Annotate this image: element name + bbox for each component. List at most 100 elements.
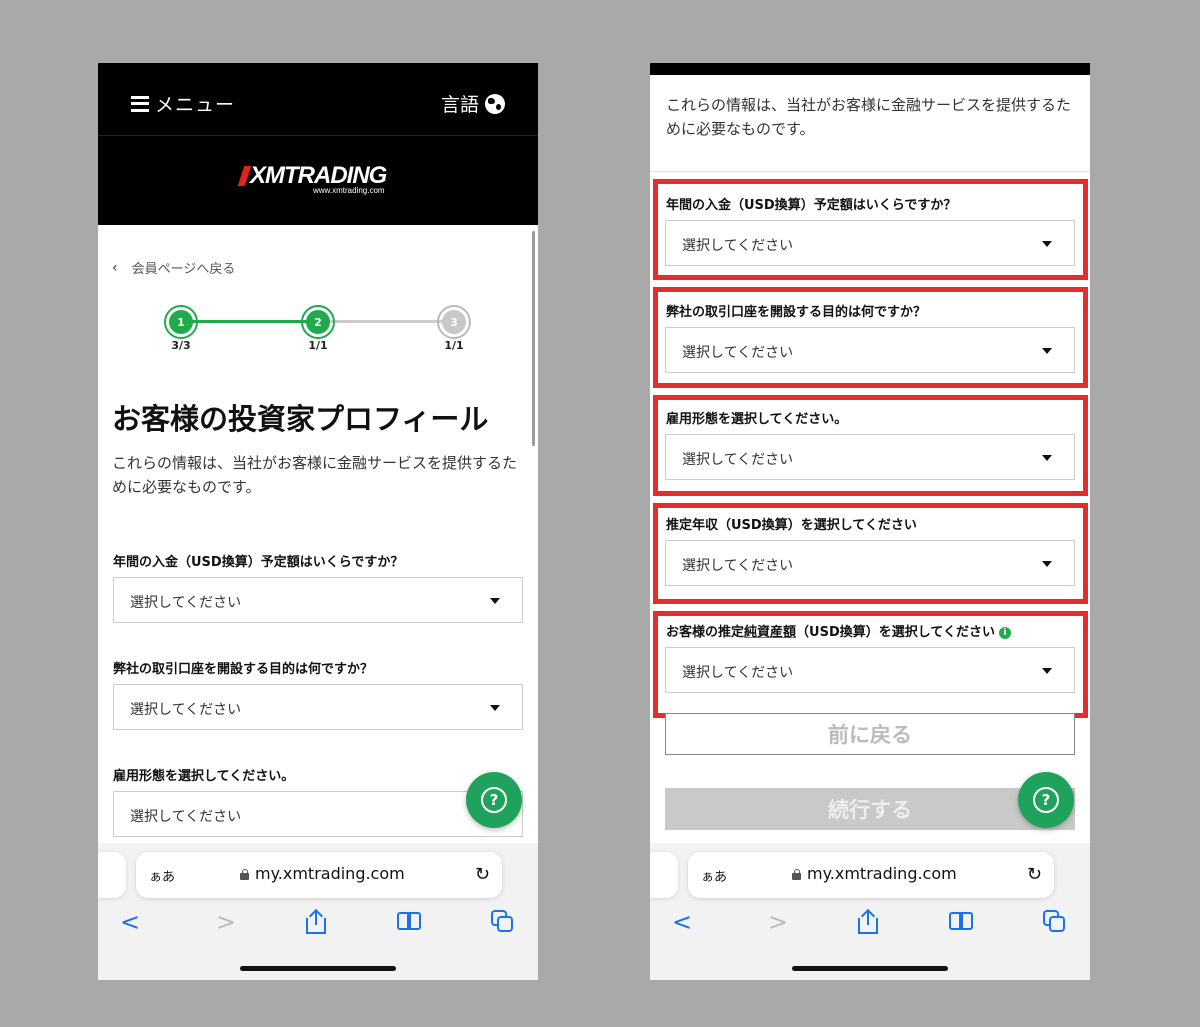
annual-income-select[interactable]: 選択してください — [665, 540, 1075, 586]
phone-screen-left: メニュー 言語 XMTRADING www.xmtrading.com ‹ 会員… — [98, 63, 538, 980]
stepper-line-complete — [182, 320, 319, 323]
globe-icon — [485, 93, 505, 114]
question-bubble-icon: ? — [481, 787, 507, 813]
home-indicator[interactable] — [792, 966, 948, 971]
account-purpose-select[interactable]: 選択してください — [113, 684, 523, 730]
step-3: 3 — [437, 305, 471, 339]
question-annual-income: 推定年収（USD換算）を選択してください — [666, 518, 917, 533]
question-employment-status: 雇用形態を選択してください。 — [113, 769, 295, 784]
page-title: お客様の投資家プロフィール — [112, 402, 489, 436]
forward-chevron-icon[interactable]: > — [768, 908, 788, 936]
home-indicator[interactable] — [240, 966, 396, 971]
scrollbar[interactable] — [532, 231, 535, 446]
select-placeholder: 選択してください — [130, 702, 242, 718]
question-annual-deposit: 年間の入金（USD換算）予定額はいくらですか？ — [113, 555, 404, 570]
step-3-progress: 1/1 — [444, 339, 464, 352]
annual-deposit-select[interactable]: 選択してください — [113, 577, 523, 623]
question-net-worth-prefix: お客様の推定 — [666, 625, 745, 640]
address-bar[interactable]: ぁあ my.xmtrading.com ↻ — [688, 852, 1054, 898]
tabs-icon[interactable] — [491, 910, 515, 934]
stepper-line-pending — [319, 320, 455, 323]
select-placeholder: 選択してください — [682, 238, 794, 254]
bookmarks-icon[interactable] — [397, 912, 423, 932]
bookmarks-icon[interactable] — [949, 912, 975, 932]
question-account-purpose: 弊社の取引口座を開設する目的は何ですか？ — [666, 305, 927, 320]
browser-nav-row: < > — [98, 908, 538, 938]
question-annual-deposit: 年間の入金（USD換算）予定額はいくらですか？ — [666, 198, 957, 213]
info-icon[interactable]: i — [998, 626, 1011, 639]
reload-icon[interactable]: ↻ — [1027, 864, 1042, 885]
question-net-worth-suffix: （USD換算）を選択してください — [796, 625, 995, 640]
caret-down-icon — [1042, 668, 1052, 674]
question-bubble-icon: ? — [1033, 787, 1059, 813]
forward-chevron-icon[interactable]: > — [216, 908, 236, 936]
help-chat-button[interactable]: ? — [466, 772, 522, 828]
select-placeholder: 選択してください — [682, 345, 794, 361]
select-placeholder: 選択してください — [130, 809, 242, 825]
lock-icon — [240, 869, 249, 880]
step-1-progress: 3/3 — [171, 339, 191, 352]
intro-text: これらの情報は、当社がお客様に金融サービスを提供するために必要なものです。 — [666, 96, 1072, 138]
step-2: 2 — [301, 305, 335, 339]
text-size-button[interactable]: ぁあ — [149, 866, 175, 885]
logo-bar: XMTRADING www.xmtrading.com — [98, 136, 538, 225]
annual-deposit-select[interactable]: 選択してください — [665, 220, 1075, 266]
back-button[interactable]: 前に戻る — [665, 713, 1075, 755]
employment-status-select[interactable]: 選択してください — [113, 791, 523, 837]
question-account-purpose: 弊社の取引口座を開設する目的は何ですか？ — [113, 662, 374, 677]
reload-icon[interactable]: ↻ — [475, 864, 490, 885]
help-chat-button[interactable]: ? — [1018, 772, 1074, 828]
logo-url: www.xmtrading.com — [313, 186, 385, 195]
question-employment-status: 雇用形態を選択してください。 — [666, 412, 848, 427]
intro-text: これらの情報は、当社がお客様に金融サービスを提供するために必要なものです。 — [112, 454, 518, 496]
net-worth-tooltip-link[interactable]: 純資産額 — [744, 625, 796, 640]
caret-down-icon — [1042, 455, 1052, 461]
caret-down-icon — [490, 705, 500, 711]
caret-down-icon — [1042, 561, 1052, 567]
select-placeholder: 選択してください — [682, 452, 794, 468]
share-icon[interactable] — [305, 908, 327, 934]
url-text[interactable]: my.xmtrading.com — [255, 864, 405, 883]
select-placeholder: 選択してください — [130, 595, 242, 611]
top-bar-edge — [650, 63, 1090, 75]
previous-tab-peek[interactable] — [98, 852, 126, 898]
lock-icon — [792, 869, 801, 880]
text-size-button[interactable]: ぁあ — [701, 866, 727, 885]
caret-down-icon — [1042, 241, 1052, 247]
tabs-icon[interactable] — [1043, 910, 1067, 934]
back-chevron-icon[interactable]: < — [672, 908, 692, 936]
url-text[interactable]: my.xmtrading.com — [807, 864, 957, 883]
caret-down-icon — [490, 598, 500, 604]
account-purpose-select[interactable]: 選択してください — [665, 327, 1075, 373]
question-net-worth: お客様の推定純資産額（USD換算）を選択してください i — [666, 621, 1011, 640]
browser-toolbar: ぁあ my.xmtrading.com ↻ < > — [650, 843, 1090, 980]
language-button[interactable]: 言語 — [441, 90, 505, 117]
step-3-number: 3 — [442, 310, 466, 334]
browser-nav-row: < > — [650, 908, 1090, 938]
address-bar[interactable]: ぁあ my.xmtrading.com ↻ — [136, 852, 502, 898]
back-link-label: 会員ページへ戻る — [131, 262, 236, 277]
caret-down-icon — [1042, 348, 1052, 354]
divider — [650, 171, 1090, 172]
step-2-number: 2 — [306, 310, 330, 334]
continue-button[interactable]: 続行する — [665, 788, 1075, 830]
back-chevron-icon[interactable]: < — [120, 908, 140, 936]
previous-tab-peek[interactable] — [650, 852, 678, 898]
xmtrading-logo[interactable]: XMTRADING www.xmtrading.com — [237, 162, 401, 196]
chevron-left-icon: ‹ — [112, 259, 118, 276]
top-bar: メニュー 言語 — [98, 63, 538, 136]
menu-button[interactable]: メニュー — [131, 90, 235, 117]
browser-toolbar: ぁあ my.xmtrading.com ↻ < > — [98, 843, 538, 980]
net-worth-select[interactable]: 選択してください — [665, 647, 1075, 693]
menu-label: メニュー — [155, 94, 236, 116]
employment-status-select[interactable]: 選択してください — [665, 434, 1075, 480]
select-placeholder: 選択してください — [682, 665, 794, 681]
back-to-member-page-link[interactable]: ‹ 会員ページへ戻る — [112, 258, 236, 278]
phone-screen-right: これらの情報は、当社がお客様に金融サービスを提供するために必要なものです。 年間… — [650, 63, 1090, 980]
share-icon[interactable] — [857, 908, 879, 934]
language-label: 言語 — [440, 94, 479, 116]
hamburger-icon — [131, 95, 149, 112]
step-2-progress: 1/1 — [308, 339, 328, 352]
select-placeholder: 選択してください — [682, 558, 794, 574]
step-1: 1 — [164, 305, 198, 339]
